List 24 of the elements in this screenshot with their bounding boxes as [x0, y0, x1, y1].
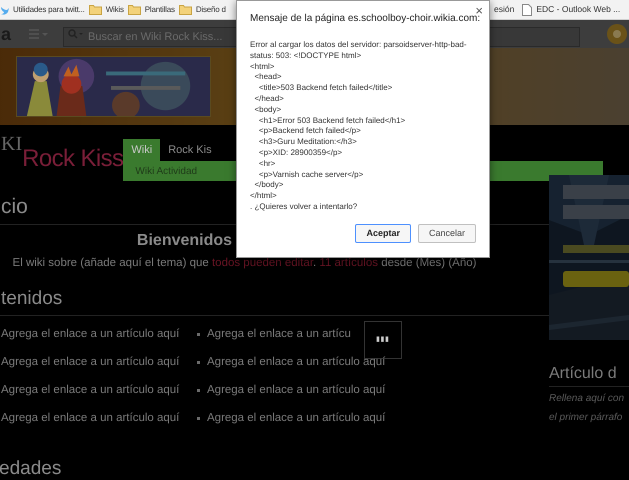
sidebar-text: el primer párrafo	[549, 411, 624, 425]
welcome-title: Bienvenidos	[136, 231, 232, 251]
message-line: <hr>	[258, 158, 276, 170]
message-line: </body>	[253, 180, 284, 192]
welcome-text: El wiki sobre (añade aquí el tema) que todos pueden editar. 11 artículos desde (Mes) (Año)	[12, 256, 476, 271]
message-line: <h3>Guru Meditation:</h3>	[258, 137, 358, 148]
page-title: cio	[1, 194, 28, 220]
message-line: Error al cargar los datos del servidor: parsoidserver-http-bad-status: 503: <!DOCTYPE html>	[250, 40, 468, 62]
sidebar-text: Rellena aquí con	[549, 392, 626, 406]
message-line: <p>XID: 28900359</p>	[258, 148, 344, 159]
message-line: <h1>Error 503 Backend fetch failed</h1>	[258, 116, 406, 126]
section-heading: tenidos	[1, 286, 62, 311]
message-line: </html>	[250, 191, 278, 202]
message-line: . ¿Quieres volver a intentarlo?	[250, 202, 358, 213]
message-line: <head>	[253, 72, 283, 84]
message-line: <p>Varnish cache server</p>	[258, 170, 364, 180]
message-line: <title>503 Backend fetch failed</title>	[258, 83, 394, 94]
message-line: </head>	[253, 94, 285, 105]
dialog-title: Mensaje de la página es.schoolboy-choir.wikia.com:	[250, 13, 480, 26]
message-line: <body>	[253, 104, 282, 116]
message-line: <html>	[250, 62, 276, 72]
message-line: <p>Backend fetch failed</p>	[258, 126, 362, 138]
section-heading: edades	[0, 456, 62, 480]
sidebar-heading: Artículo d	[549, 362, 629, 387]
